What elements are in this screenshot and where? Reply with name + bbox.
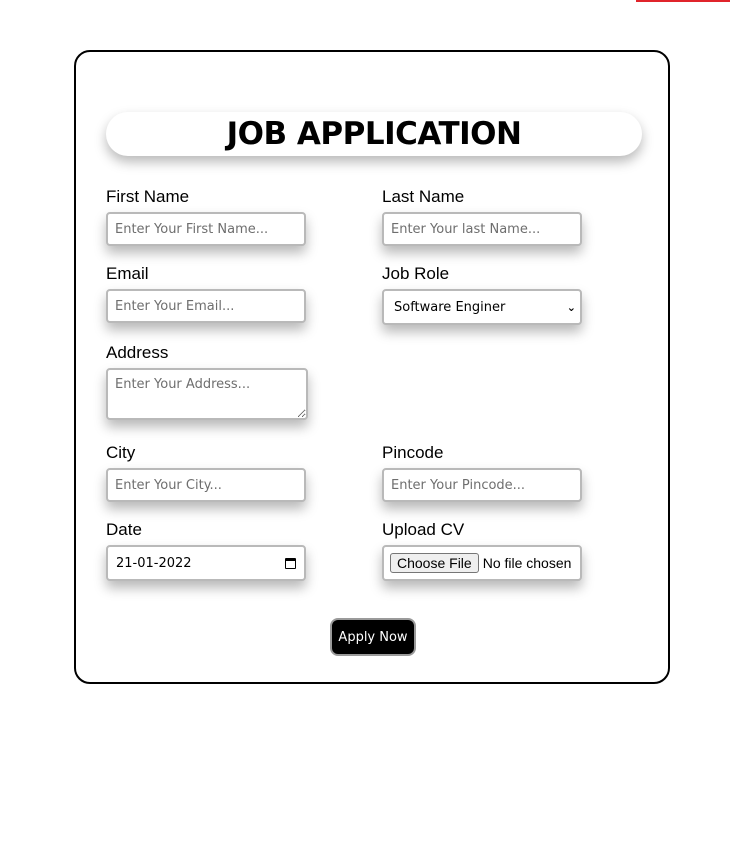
job-role-selected-value: Software Enginer	[394, 299, 506, 315]
email-input[interactable]	[106, 289, 306, 323]
file-status-text: No file chosen	[482, 555, 572, 571]
job-role-label: Job Role	[382, 264, 450, 283]
address-textarea[interactable]	[106, 368, 308, 420]
upload-cv-label: Upload CV	[382, 520, 465, 539]
pincode-label: Pincode	[382, 443, 444, 462]
date-label: Date	[106, 520, 142, 539]
title-banner: JOB APPLICATION	[106, 112, 642, 156]
apply-now-button[interactable]: Apply Now	[330, 618, 416, 656]
email-label: Email	[106, 264, 149, 283]
top-accent-bar	[636, 0, 730, 2]
city-input[interactable]	[106, 468, 306, 502]
job-role-select[interactable]: Software Enginer ⌄	[382, 289, 582, 325]
first-name-label: First Name	[106, 187, 190, 206]
last-name-input[interactable]	[382, 212, 582, 246]
choose-file-button[interactable]: Choose File	[390, 553, 479, 573]
cv-file-input: Choose File No file chosen	[382, 545, 582, 581]
first-name-input[interactable]	[106, 212, 306, 246]
chevron-down-icon: ⌄	[566, 300, 576, 314]
page-title: JOB APPLICATION	[226, 115, 522, 152]
address-label: Address	[106, 343, 169, 362]
calendar-icon[interactable]	[285, 557, 296, 569]
last-name-label: Last Name	[382, 187, 465, 206]
city-label: City	[106, 443, 136, 462]
pincode-input[interactable]	[382, 468, 582, 502]
date-input[interactable]: 21-01-2022	[106, 545, 306, 581]
date-value: 21-01-2022	[116, 555, 192, 571]
